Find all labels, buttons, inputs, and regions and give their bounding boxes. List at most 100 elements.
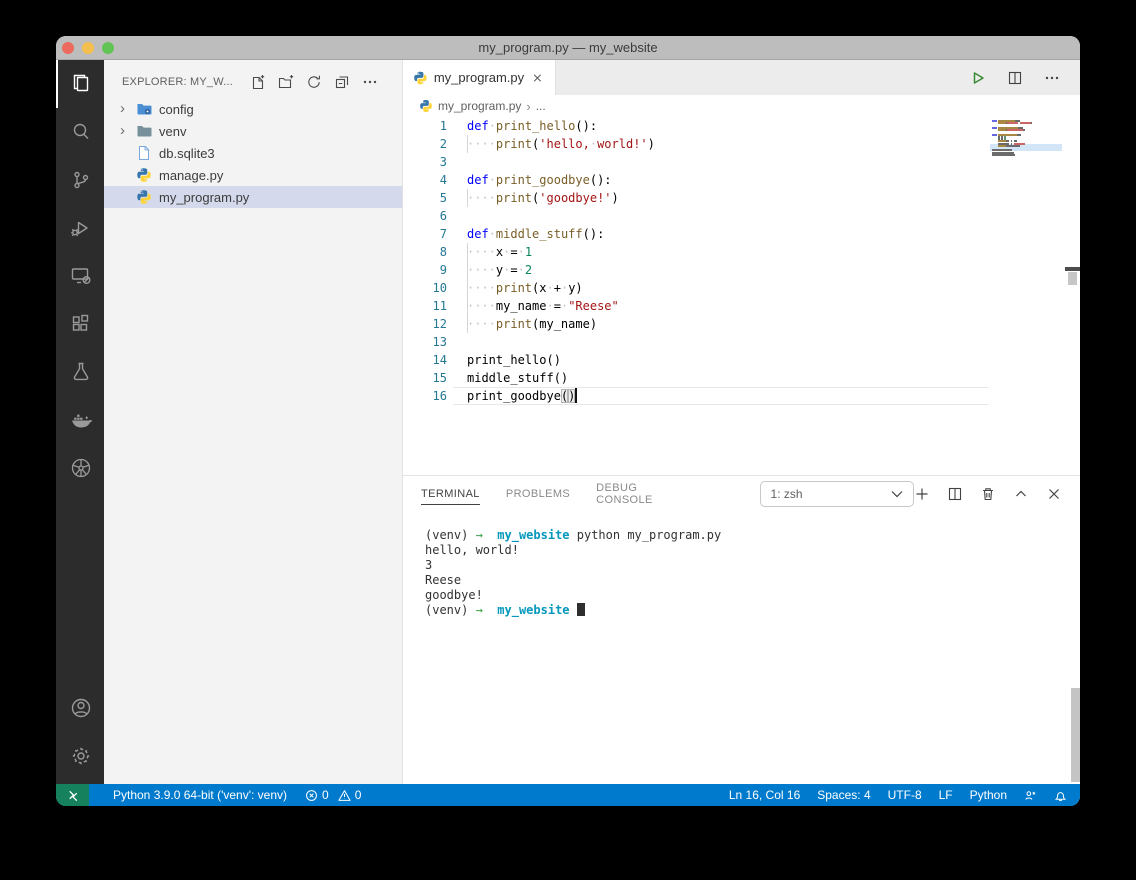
line-number: 1 — [439, 119, 447, 133]
panel-tab-terminal[interactable]: TERMINAL — [421, 484, 480, 505]
indent-guide — [467, 135, 468, 153]
new-terminal-icon[interactable] — [914, 486, 930, 502]
code-line-8[interactable]: 8 ····x·=·1 — [403, 243, 1080, 261]
code-text: ····print('hello,·world!') — [467, 135, 655, 153]
code-line-16[interactable]: 16 print_goodbye() — [403, 387, 1080, 405]
eol-status[interactable]: LF — [939, 788, 953, 802]
code-line-14[interactable]: 14 print_hello() — [403, 351, 1080, 369]
docker-icon[interactable] — [56, 396, 104, 444]
run-python-file-icon[interactable] — [970, 70, 986, 86]
feedback-icon[interactable] — [1024, 789, 1037, 802]
warnings-icon — [338, 789, 351, 801]
refresh-icon[interactable] — [306, 74, 322, 90]
python-interpreter-status[interactable]: Python 3.9.0 64-bit ('venv': venv) — [101, 788, 287, 802]
code-line-6[interactable]: 6 — [403, 207, 1080, 225]
breadcrumb[interactable]: my_program.py › ... — [403, 95, 1080, 117]
run-and-debug-icon[interactable] — [56, 204, 104, 252]
more-actions-icon[interactable] — [362, 74, 378, 90]
kill-terminal-icon[interactable] — [980, 486, 996, 502]
tree-item-venv[interactable]: › venv — [104, 120, 402, 142]
python-file-icon — [136, 189, 154, 205]
chevron-down-icon — [891, 491, 903, 498]
code-line-11[interactable]: 11 ····my_name·=·"Reese" — [403, 297, 1080, 315]
code-line-3[interactable]: 3 — [403, 153, 1080, 171]
remote-icon — [68, 790, 77, 801]
minimize-window-button[interactable] — [82, 42, 94, 54]
terminal-line-3: 3 — [425, 558, 433, 572]
maximize-panel-icon[interactable] — [1013, 486, 1029, 502]
close-tab-icon[interactable] — [530, 70, 545, 86]
close-panel-icon[interactable] — [1046, 486, 1062, 502]
tree-item-manage.py[interactable]: manage.py — [104, 164, 402, 186]
notifications-bell-icon[interactable] — [1054, 789, 1067, 802]
tree-item-config[interactable]: › config — [104, 98, 402, 120]
collapse-folders-icon[interactable] — [334, 74, 350, 90]
account-icon[interactable] — [56, 684, 104, 732]
terminal-output[interactable]: (venv) → my_website python my_program.py… — [403, 512, 1080, 784]
titlebar[interactable]: my_program.py — my_website — [56, 36, 1080, 60]
file-tree: › config › venv db.sqlite3 manage.py my_progra… — [104, 98, 402, 208]
line-number: 3 — [439, 155, 447, 169]
explorer-icon[interactable] — [56, 60, 104, 108]
code-line-1[interactable]: 1 def·print_hello(): — [403, 117, 1080, 135]
cursor-position-status[interactable]: Ln 16, Col 16 — [729, 788, 800, 802]
search-icon[interactable] — [56, 108, 104, 156]
terminal-select[interactable]: 1: zsh — [759, 481, 914, 507]
indent-guide — [467, 261, 468, 279]
panel-tab-problems[interactable]: PROBLEMS — [506, 484, 570, 504]
code-editor[interactable]: 1 def·print_hello(): 2 ····print('hello,·wo… — [403, 117, 1080, 475]
terminal-line-5: goodbye! — [425, 588, 483, 602]
more-editor-actions-icon[interactable] — [1044, 70, 1060, 86]
testing-icon[interactable] — [56, 348, 104, 396]
terminal-scrollbar-thumb[interactable] — [1071, 688, 1080, 782]
code-line-13[interactable]: 13 — [403, 333, 1080, 351]
extensions-icon[interactable] — [56, 300, 104, 348]
zoom-window-button[interactable] — [102, 42, 114, 54]
code-line-4[interactable]: 4 def·print_goodbye(): — [403, 171, 1080, 189]
minimap[interactable] — [990, 117, 1062, 475]
remote-explorer-icon[interactable] — [56, 252, 104, 300]
terminal-line-6: (venv) → my_website — [425, 603, 1080, 618]
activity-bar — [56, 60, 104, 784]
line-number: 5 — [439, 191, 447, 205]
panel-tab-debug-console[interactable]: DEBUG CONSOLE — [596, 478, 689, 510]
line-number: 10 — [432, 281, 447, 295]
new-folder-icon[interactable] — [278, 74, 294, 90]
tab-my-program[interactable]: my_program.py — [403, 60, 556, 95]
code-line-15[interactable]: 15 middle_stuff() — [403, 369, 1080, 387]
problems-status[interactable]: 0 0 — [305, 788, 361, 802]
code-line-5[interactable]: 5 ····print('goodbye!') — [403, 189, 1080, 207]
language-mode-status[interactable]: Python — [970, 788, 1007, 802]
tree-item-db.sqlite3[interactable]: db.sqlite3 — [104, 142, 402, 164]
encoding-status[interactable]: UTF-8 — [888, 788, 922, 802]
code-line-10[interactable]: 10 ····print(x·+·y) — [403, 279, 1080, 297]
tab-label: my_program.py — [433, 70, 525, 85]
overview-ruler-cursor-mark — [1065, 267, 1080, 271]
code-line-9[interactable]: 9 ····y·=·2 — [403, 261, 1080, 279]
indent-guide — [467, 189, 468, 207]
code-line-7[interactable]: 7 def·middle_stuff(): — [403, 225, 1080, 243]
editor-scrollbar-thumb[interactable] — [1068, 272, 1077, 285]
indentation-status[interactable]: Spaces: 4 — [817, 788, 870, 802]
kubernetes-icon[interactable] — [56, 444, 104, 492]
close-window-button[interactable] — [62, 42, 74, 54]
code-line-2[interactable]: 2 ····print('hello,·world!') — [403, 135, 1080, 153]
source-control-icon[interactable] — [56, 156, 104, 204]
code-line-12[interactable]: 12 ····print(my_name) — [403, 315, 1080, 333]
settings-gear-icon[interactable] — [56, 732, 104, 780]
new-file-icon[interactable] — [250, 74, 266, 90]
python-file-icon — [136, 167, 154, 183]
line-number: 16 — [432, 389, 447, 403]
breadcrumb-symbol[interactable]: ... — [536, 99, 546, 113]
text-cursor — [575, 388, 578, 403]
split-editor-icon[interactable] — [1007, 70, 1023, 86]
tree-item-my_program.py[interactable]: my_program.py — [104, 186, 402, 208]
breadcrumb-file[interactable]: my_program.py — [438, 99, 521, 113]
split-terminal-icon[interactable] — [947, 486, 963, 502]
line-number: 7 — [439, 227, 447, 241]
code-text: ····y·=·2 — [467, 261, 533, 279]
code-text: ····x·=·1 — [467, 243, 533, 261]
remote-indicator[interactable] — [56, 784, 89, 806]
file-label: db.sqlite3 — [159, 145, 215, 161]
code-text: print_hello() — [467, 353, 561, 367]
